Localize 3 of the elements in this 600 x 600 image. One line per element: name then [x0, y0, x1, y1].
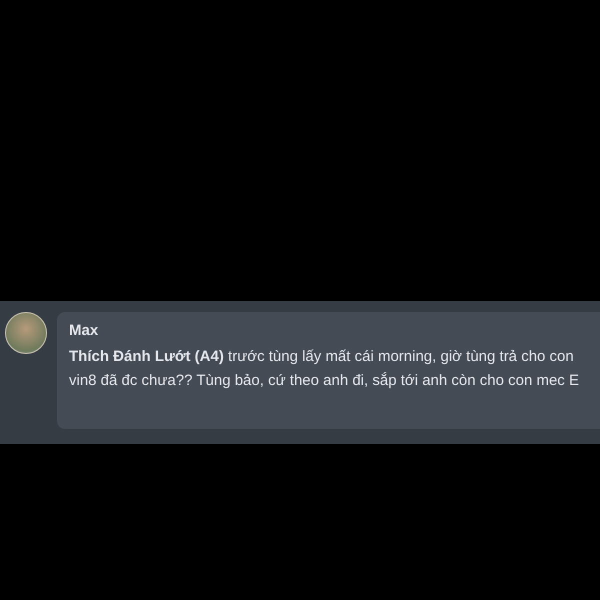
- comment-author[interactable]: Max: [69, 322, 588, 339]
- avatar: [5, 312, 47, 354]
- comment-text: Thích Đánh Lướt (A4) trước tùng lấy mất cái morning, giờ tùng trả cho con vin8 đã đc chưa?? Tùng bảo, cứ theo anh đi, sắp tới anh còn cho con mec E: [69, 347, 580, 391]
